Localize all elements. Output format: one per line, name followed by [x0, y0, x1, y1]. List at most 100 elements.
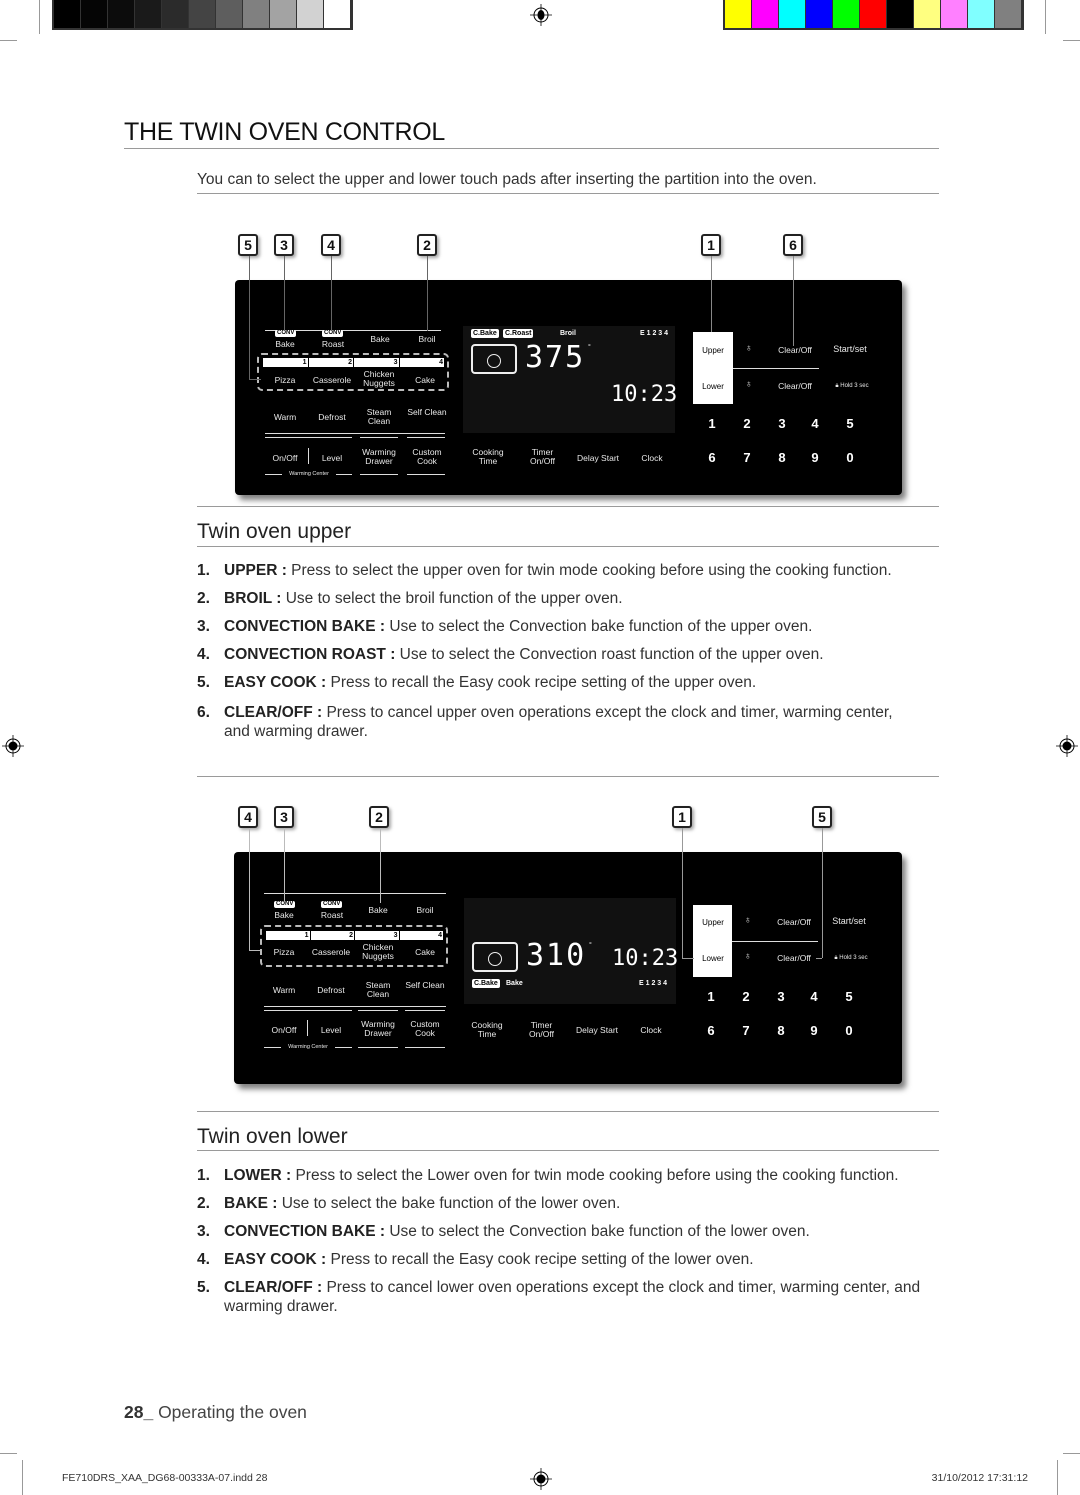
degree-symbol: °: [589, 942, 592, 949]
leader-line: [816, 958, 822, 959]
start-set-button[interactable]: Start/set: [825, 345, 875, 354]
timer-on-off-button[interactable]: Timer On/Off: [519, 1021, 564, 1039]
keypad-0[interactable]: 0: [841, 450, 859, 465]
easy-num: 2: [309, 358, 354, 367]
self-clean-button[interactable]: Self Clean: [405, 981, 445, 990]
hold-3-sec-lock-button[interactable]: 🔒︎ Hold 3 sec: [827, 382, 877, 391]
casserole-button[interactable]: Casserole: [308, 948, 354, 957]
divider: [405, 1047, 445, 1048]
custom-cook-button[interactable]: Custom Cook: [405, 1020, 445, 1038]
delay-start-button[interactable]: Delay Start: [569, 1026, 625, 1035]
casserole-button[interactable]: Casserole: [309, 376, 355, 385]
start-set-button[interactable]: Start/set: [824, 917, 874, 926]
calibration-swatch: [887, 0, 914, 28]
item-number: 3.: [197, 618, 210, 635]
cake-button[interactable]: Cake: [405, 948, 445, 957]
bake-button[interactable]: Bake: [358, 906, 398, 915]
keypad-1[interactable]: 1: [702, 989, 720, 1004]
warming-drawer-button[interactable]: Warming Drawer: [358, 1020, 398, 1038]
warming-center-on-off-button[interactable]: On/Off: [264, 1026, 304, 1035]
keypad-5[interactable]: 5: [840, 989, 858, 1004]
item-description: Use to select the broil function of the …: [281, 590, 623, 607]
steam-clean-button[interactable]: Steam Clean: [358, 981, 398, 999]
keypad-2[interactable]: 2: [738, 416, 756, 431]
warming-center-level-button[interactable]: Level: [313, 454, 351, 463]
item-term: UPPER :: [224, 562, 287, 579]
divider: [733, 368, 819, 369]
cake-button[interactable]: Cake: [405, 376, 445, 385]
upper-button[interactable]: Upper: [693, 346, 733, 355]
lower-clear-off-button[interactable]: Clear/Off: [770, 382, 820, 391]
easy-num: 1: [266, 931, 311, 940]
custom-cook-button[interactable]: Custom Cook: [407, 448, 447, 466]
section-divider: [197, 1150, 939, 1151]
lower-clear-off-button[interactable]: Clear/Off: [769, 954, 819, 963]
pizza-button[interactable]: Pizza: [264, 948, 304, 957]
upper-clear-off-button[interactable]: Clear/Off: [770, 346, 820, 355]
warm-button[interactable]: Warm: [265, 413, 305, 422]
cooking-time-button[interactable]: Cooking Time: [463, 448, 513, 466]
conv-bake-button[interactable]: Bake: [265, 340, 305, 349]
hold-3-sec-lock-button[interactable]: 🔒︎ Hold 3 sec: [826, 954, 876, 963]
pizza-button[interactable]: Pizza: [263, 376, 307, 385]
keypad-9[interactable]: 9: [805, 1023, 823, 1038]
warming-center-label: Warming Center: [289, 471, 329, 477]
upper-light-icon[interactable]: ♁: [744, 915, 752, 926]
keypad-4[interactable]: 4: [805, 989, 823, 1004]
warming-drawer-button[interactable]: Warming Drawer: [359, 448, 399, 466]
bake-button[interactable]: Bake: [360, 335, 400, 344]
delay-start-button[interactable]: Delay Start: [570, 454, 626, 463]
registration-target-icon: [530, 1468, 552, 1490]
keypad-7[interactable]: 7: [737, 1023, 755, 1038]
chicken-nuggets-button[interactable]: Chicken Nuggets: [357, 370, 401, 388]
warm-button[interactable]: Warm: [264, 986, 304, 995]
keypad-7[interactable]: 7: [738, 450, 756, 465]
keypad-2[interactable]: 2: [737, 989, 755, 1004]
conv-badge: CONV: [321, 901, 343, 908]
keypad-6[interactable]: 6: [702, 1023, 720, 1038]
broil-button[interactable]: Broil: [407, 335, 447, 344]
keypad-0[interactable]: 0: [840, 1023, 858, 1038]
clock-button[interactable]: Clock: [630, 454, 674, 463]
clock-button[interactable]: Clock: [629, 1026, 673, 1035]
steam-clean-button[interactable]: Steam Clean: [359, 408, 399, 426]
divider: [407, 437, 445, 438]
conv-badge: CONV: [322, 330, 344, 337]
keypad-5[interactable]: 5: [841, 416, 859, 431]
lower-display: 310 ° 10:23 C.Bake Bake E 1 2 3 4: [464, 898, 678, 1004]
warming-center-level-button[interactable]: Level: [312, 1026, 350, 1035]
keypad-8[interactable]: 8: [772, 1023, 790, 1038]
callout-2: 2: [369, 806, 389, 828]
lower-button[interactable]: Lower: [693, 954, 733, 963]
warming-center-on-off-button[interactable]: On/Off: [265, 454, 305, 463]
keypad-1[interactable]: 1: [703, 416, 721, 431]
keypad-6[interactable]: 6: [703, 450, 721, 465]
lower-light-icon[interactable]: ♁: [744, 951, 752, 962]
upper-clear-off-button[interactable]: Clear/Off: [769, 918, 819, 927]
conv-roast-button[interactable]: Roast: [313, 340, 353, 349]
calibration-swatch: [725, 0, 752, 28]
crop-mark: [0, 40, 17, 41]
calibration-swatch: [806, 0, 833, 28]
lower-light-icon[interactable]: ♁: [745, 379, 753, 390]
list-item: 6. CLEAR/OFF : Press to cancel upper oven…: [197, 703, 922, 741]
conv-bake-button[interactable]: Bake: [264, 911, 304, 920]
chicken-nuggets-button[interactable]: Chicken Nuggets: [356, 943, 400, 961]
upper-button[interactable]: Upper: [693, 918, 733, 927]
broil-button[interactable]: Broil: [405, 906, 445, 915]
self-clean-button[interactable]: Self Clean: [407, 408, 447, 417]
footer-section-name: Operating the oven: [153, 1402, 307, 1422]
timer-on-off-button[interactable]: Timer On/Off: [520, 448, 565, 466]
defrost-button[interactable]: Defrost: [311, 413, 353, 422]
defrost-button[interactable]: Defrost: [310, 986, 352, 995]
keypad-8[interactable]: 8: [773, 450, 791, 465]
keypad-4[interactable]: 4: [806, 416, 824, 431]
keypad-3[interactable]: 3: [772, 989, 790, 1004]
lower-button[interactable]: Lower: [693, 382, 733, 391]
cooking-time-button[interactable]: Cooking Time: [462, 1021, 512, 1039]
keypad-9[interactable]: 9: [806, 450, 824, 465]
keypad-3[interactable]: 3: [773, 416, 791, 431]
upper-control-panel: CONV Bake CONV Roast Bake Broil 1 2 3 4 …: [235, 280, 902, 495]
upper-light-icon[interactable]: ♁: [745, 343, 753, 354]
conv-roast-button[interactable]: Roast: [312, 911, 352, 920]
